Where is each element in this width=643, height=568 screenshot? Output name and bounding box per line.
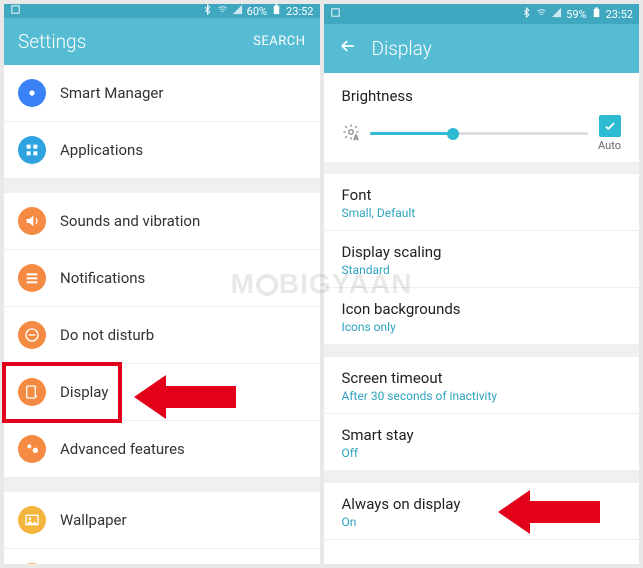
grid-icon: [18, 136, 46, 164]
palette-icon: [18, 563, 46, 564]
screenshot-icon: [330, 7, 341, 21]
item-title: Smart stay: [342, 426, 622, 444]
screenshot-icon: [10, 4, 21, 18]
settings-item-adv[interactable]: Advanced features: [4, 421, 320, 478]
item-title: Icon backgrounds: [342, 300, 622, 318]
battery-text: 59%: [566, 8, 586, 21]
battery-icon: [271, 4, 282, 18]
settings-item-applications[interactable]: Applications: [4, 122, 320, 179]
auto-label: Auto: [598, 139, 621, 152]
wifi-icon: [536, 7, 547, 21]
item-title: Font: [342, 186, 622, 204]
display-icon: [18, 378, 46, 406]
brightness-gear-icon[interactable]: A: [342, 123, 360, 145]
display-item-smartstay[interactable]: Smart stay Off: [324, 414, 640, 471]
list-icon: [18, 264, 46, 292]
item-label: Wallpaper: [60, 511, 127, 529]
bluetooth-icon: [521, 7, 532, 21]
item-label: Do not disturb: [60, 326, 154, 344]
signal-icon: [551, 7, 562, 21]
svg-text:A: A: [354, 134, 358, 141]
speaker-icon: [18, 207, 46, 235]
display-item-timeout[interactable]: Screen timeout After 30 seconds of inacti…: [324, 357, 640, 414]
display-item-font[interactable]: Font Small, Default: [324, 174, 640, 231]
settings-screen: 60% 23:52 Settings SEARCH Smart Manager A…: [4, 4, 320, 564]
settings-item-display[interactable]: Display: [4, 364, 320, 421]
wifi-icon: [217, 4, 228, 18]
settings-header: Settings SEARCH: [4, 18, 320, 65]
clock-text: 23:52: [606, 8, 633, 21]
status-bar: 60% 23:52: [4, 4, 320, 18]
item-subtitle: Standard: [342, 263, 622, 277]
item-label: Advanced features: [60, 440, 185, 458]
brightness-section: Brightness A Auto: [324, 73, 640, 162]
item-label: Sounds and vibration: [60, 212, 200, 230]
display-item-scaling[interactable]: Display scaling Standard: [324, 231, 640, 288]
auto-brightness-checkbox[interactable]: [599, 115, 621, 137]
item-subtitle: Icons only: [342, 320, 622, 334]
settings-item-smart-manager[interactable]: Smart Manager: [4, 65, 320, 122]
page-title: Settings: [18, 30, 86, 53]
status-bar: 59% 23:52: [324, 4, 640, 24]
item-label: Display: [60, 383, 108, 401]
brightness-slider[interactable]: [370, 132, 589, 135]
signal-icon: [232, 4, 243, 18]
item-subtitle: On: [342, 515, 622, 529]
settings-item-sounds[interactable]: Sounds and vibration: [4, 193, 320, 250]
settings-item-wallpaper[interactable]: Wallpaper: [4, 492, 320, 549]
image-icon: [18, 506, 46, 534]
settings-item-notifications[interactable]: Notifications: [4, 250, 320, 307]
bluetooth-icon: [202, 4, 213, 18]
item-subtitle: Small, Default: [342, 206, 622, 220]
page-title: Display: [372, 37, 432, 60]
clock-text: 23:52: [286, 5, 313, 18]
battery-text: 60%: [247, 5, 267, 18]
display-item-aod[interactable]: Always on display On: [324, 483, 640, 540]
display-screen: 59% 23:52 Display Brightness A Auto: [324, 4, 640, 564]
item-title: Always on display: [342, 495, 622, 513]
item-label: Smart Manager: [60, 84, 163, 102]
item-title: Display scaling: [342, 243, 622, 261]
display-item-iconbg[interactable]: Icon backgrounds Icons only: [324, 288, 640, 345]
settings-list: Smart Manager Applications Sounds and vibr…: [4, 65, 320, 564]
brightness-title: Brightness: [342, 87, 622, 105]
item-label: Applications: [60, 141, 143, 159]
item-title: Screen timeout: [342, 369, 622, 387]
search-button[interactable]: SEARCH: [253, 34, 305, 49]
item-subtitle: Off: [342, 446, 622, 460]
minus-icon: [18, 321, 46, 349]
back-icon[interactable]: [338, 36, 358, 61]
display-header: Display: [324, 24, 640, 73]
item-subtitle: After 30 seconds of inactivity: [342, 389, 622, 403]
battery-icon: [591, 7, 602, 21]
item-label: Notifications: [60, 269, 145, 287]
gear-icon: [18, 79, 46, 107]
sparkle-icon: [18, 435, 46, 463]
settings-item-themes[interactable]: Themes: [4, 549, 320, 564]
settings-item-dnd[interactable]: Do not disturb: [4, 307, 320, 364]
